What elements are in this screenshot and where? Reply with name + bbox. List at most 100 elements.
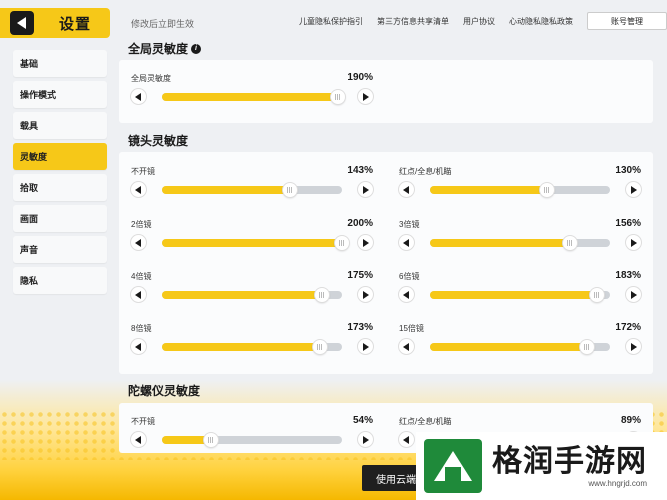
slider-track[interactable]: [430, 288, 610, 302]
increase-button[interactable]: [358, 339, 373, 354]
slider-track[interactable]: [430, 236, 610, 250]
sidebar-item-basic[interactable]: 基础: [13, 50, 107, 77]
section-title-global-text: 全局灵敏度: [128, 42, 189, 56]
increase-button[interactable]: [358, 432, 373, 447]
slider-thumb[interactable]: [590, 288, 605, 302]
arrow-left-icon: [135, 92, 141, 101]
slider-value: 175%: [347, 270, 373, 281]
decrease-button[interactable]: [131, 287, 146, 302]
slider-thumb[interactable]: [579, 340, 594, 354]
slider-fill: [430, 343, 587, 351]
decrease-button[interactable]: [131, 182, 146, 197]
slider-track[interactable]: [162, 288, 342, 302]
slider-thumb[interactable]: [335, 236, 349, 250]
link-user-agreement[interactable]: 用户协议: [463, 16, 495, 27]
account-management-button[interactable]: 账号管理: [587, 12, 667, 30]
decrease-button[interactable]: [131, 89, 146, 104]
decrease-button[interactable]: [399, 432, 414, 447]
decrease-button[interactable]: [399, 339, 414, 354]
slider-track[interactable]: [162, 340, 342, 354]
slider-fill: [162, 239, 342, 247]
slider-label: 全局灵敏度: [131, 74, 171, 83]
increase-button[interactable]: [626, 235, 641, 250]
slider-thumb[interactable]: [540, 183, 554, 197]
arrow-left-icon: [403, 185, 409, 194]
slider-row-scope-5: 6倍镜 183%: [399, 270, 641, 311]
slider-track[interactable]: [162, 183, 342, 197]
slider-thumb[interactable]: [315, 288, 330, 302]
slider-track[interactable]: [162, 90, 346, 104]
slider-label: 6倍镜: [399, 272, 420, 281]
link-privacy-policy[interactable]: 心动隐私隐私政策: [509, 16, 573, 27]
slider-thumb[interactable]: [313, 340, 328, 354]
watermark-name: 格润手游网: [492, 444, 647, 478]
slider-value: 89%: [620, 415, 641, 426]
increase-button[interactable]: [626, 182, 641, 197]
arrow-left-icon: [403, 290, 409, 299]
slider-thumb[interactable]: [563, 236, 578, 250]
section-title-scope: 镜头灵敏度: [128, 132, 188, 149]
link-child-privacy[interactable]: 儿童隐私保护指引: [299, 16, 363, 27]
slider-thumb[interactable]: [331, 90, 346, 104]
slider-value: 130%: [615, 165, 641, 176]
increase-button[interactable]: [358, 287, 373, 302]
decrease-button[interactable]: [399, 287, 414, 302]
slider-fill: [430, 239, 571, 247]
sidebar-item-graphics[interactable]: 画面: [13, 205, 107, 232]
slider-track[interactable]: [430, 183, 610, 197]
decrease-button[interactable]: [131, 432, 146, 447]
slider-value: 200%: [347, 218, 373, 229]
slider-track[interactable]: [162, 433, 342, 447]
slider-fill: [430, 186, 547, 194]
decrease-button[interactable]: [131, 339, 146, 354]
sidebar-item-control-mode[interactable]: 操作模式: [13, 81, 107, 108]
arrow-right-icon: [363, 290, 369, 299]
arrow-right-icon: [363, 92, 369, 101]
sidebar-item-pickup[interactable]: 拾取: [13, 174, 107, 201]
increase-button[interactable]: [626, 339, 641, 354]
slider-label: 2倍镜: [131, 220, 152, 229]
increase-button[interactable]: [358, 182, 373, 197]
increase-button[interactable]: [626, 287, 641, 302]
arrow-left-icon: [135, 238, 141, 247]
arrow-right-icon: [363, 342, 369, 351]
info-icon[interactable]: i: [191, 43, 202, 54]
arrow-left-icon: [135, 290, 141, 299]
sidebar-item-sound[interactable]: 声音: [13, 236, 107, 263]
sidebar: 基础 操作模式 载具 灵敏度 拾取 画面 声音 隐私: [13, 50, 107, 298]
slider-thumb[interactable]: [203, 433, 218, 447]
link-third-party-sharing[interactable]: 第三方信息共享清单: [377, 16, 449, 27]
slider-label: 不开镜: [131, 417, 155, 426]
increase-button[interactable]: [358, 89, 373, 104]
watermark: 格润手游网 www.hngrjd.com: [416, 432, 667, 500]
decrease-button[interactable]: [399, 182, 414, 197]
sidebar-item-vehicle[interactable]: 载具: [13, 112, 107, 139]
section-title-gyro-text: 陀螺仪灵敏度: [128, 384, 201, 398]
arrow-left-icon: [403, 435, 409, 444]
slider-row-scope-0: 不开镜 143%: [131, 165, 373, 206]
slider-track[interactable]: [162, 236, 349, 250]
slider-row-scope-6: 8倍镜 173%: [131, 322, 373, 363]
arrow-right-icon: [363, 435, 369, 444]
arrow-right-icon: [631, 238, 637, 247]
slider-row-scope-4: 4倍镜 175%: [131, 270, 373, 311]
slider-track[interactable]: [430, 340, 610, 354]
sidebar-item-sensitivity[interactable]: 灵敏度: [13, 143, 107, 170]
slider-thumb[interactable]: [282, 183, 297, 197]
slider-fill: [162, 186, 290, 194]
back-button[interactable]: [10, 11, 34, 35]
arrow-right-icon: [363, 238, 369, 247]
top-links: 儿童隐私保护指引 第三方信息共享清单 用户协议 心动隐私隐私政策 账号管理: [299, 12, 667, 30]
title-tab: 设置: [0, 8, 110, 38]
arrow-left-icon: [135, 185, 141, 194]
arrow-right-icon: [363, 185, 369, 194]
slider-fill: [430, 291, 598, 299]
sidebar-item-privacy[interactable]: 隐私: [13, 267, 107, 294]
decrease-button[interactable]: [399, 235, 414, 250]
decrease-button[interactable]: [131, 235, 146, 250]
increase-button[interactable]: [358, 235, 373, 250]
slider-row-gyro-0: 不开镜 54%: [131, 415, 373, 456]
slider-fill: [162, 291, 323, 299]
arrow-left-icon: [403, 342, 409, 351]
section-title-scope-text: 镜头灵敏度: [128, 134, 189, 148]
